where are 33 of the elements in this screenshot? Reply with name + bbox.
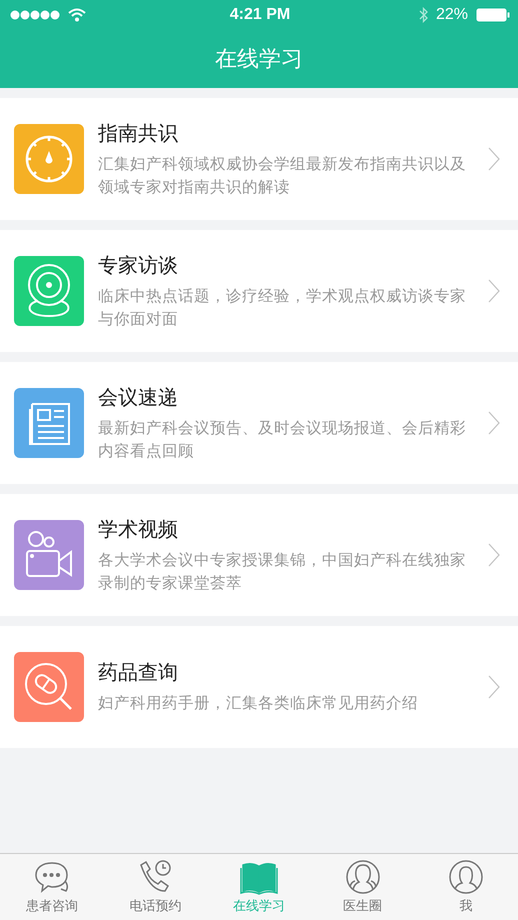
person-icon (447, 859, 486, 895)
battery-percent: 22% (436, 6, 468, 24)
item-description: 各大学术会议中专家授课集锦，中国妇产科在线独家录制的专家课堂荟萃 (98, 550, 467, 594)
chevron-right-icon (488, 411, 500, 435)
tab-item[interactable]: 我 (414, 854, 518, 920)
item-description: 汇集妇产科领域权威协会学组最新发布指南共识以及领域专家对指南共识的解读 (98, 154, 467, 198)
page-title: 在线学习 (215, 46, 303, 74)
wifi-icon (68, 8, 86, 22)
list-item[interactable]: 会议速递 最新妇产科会议预告、及时会议现场报道、会后精彩内容看点回顾 (0, 362, 518, 484)
chevron-right-icon (488, 147, 500, 171)
list-item[interactable]: 学术视频 各大学术会议中专家授课集锦，中国妇产科在线独家录制的专家课堂荟萃 (0, 494, 518, 616)
list-item[interactable]: 指南共识 汇集妇产科领域权威协会学组最新发布指南共识以及领域专家对指南共识的解读 (0, 98, 518, 220)
signal-icon (10, 10, 62, 20)
list-item[interactable]: 药品查询 妇产科用药手册，汇集各类临床常见用药介绍 (0, 626, 518, 748)
chevron-right-icon (488, 675, 500, 699)
tab-item[interactable]: 电话预约 (104, 854, 208, 920)
item-title: 指南共识 (98, 120, 179, 147)
item-title: 专家访谈 (98, 252, 179, 279)
chevron-right-icon (488, 543, 500, 567)
people-icon (344, 859, 382, 895)
bluetooth-icon (418, 7, 428, 23)
chevron-right-icon (488, 279, 500, 303)
tab-item[interactable]: 患者咨询 (0, 854, 104, 920)
status-time: 4:21 PM (230, 6, 290, 24)
item-title: 药品查询 (98, 659, 179, 686)
battery-icon (476, 8, 510, 22)
item-title: 学术视频 (98, 516, 179, 543)
list-item[interactable]: 专家访谈 临床中热点话题，诊疗经验，学术观点权威访谈专家与你面对面 (0, 230, 518, 352)
item-description: 最新妇产科会议预告、及时会议现场报道、会后精彩内容看点回顾 (98, 418, 467, 462)
item-description: 临床中热点话题，诊疗经验，学术观点权威访谈专家与你面对面 (98, 286, 467, 330)
item-description: 妇产科用药手册，汇集各类临床常见用药介绍 (98, 693, 419, 714)
tab-item[interactable]: 医生圈 (310, 854, 414, 920)
item-title: 会议速递 (98, 384, 179, 411)
